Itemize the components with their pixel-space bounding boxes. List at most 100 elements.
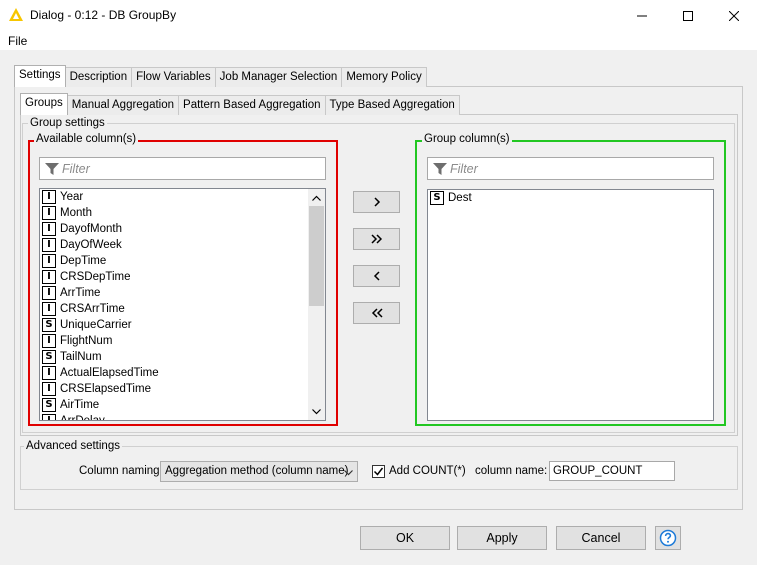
list-item[interactable]: I ArrDelay bbox=[42, 413, 105, 421]
tab-settings[interactable]: Settings bbox=[14, 65, 66, 87]
cancel-button[interactable]: Cancel bbox=[556, 526, 646, 550]
column-naming-select[interactable]: Aggregation method (column name) bbox=[160, 461, 358, 482]
scroll-down-button[interactable] bbox=[308, 403, 325, 420]
list-item[interactable]: S UniqueCarrier bbox=[42, 317, 132, 333]
column-name: Year bbox=[60, 191, 84, 203]
tab-pattern-based-aggregation[interactable]: Pattern Based Aggregation bbox=[178, 95, 326, 115]
menu-bar: File bbox=[0, 31, 757, 50]
column-name-value: GROUP_COUNT bbox=[553, 465, 643, 477]
column-type-icon: I bbox=[42, 286, 56, 300]
available-list-scrollbar[interactable] bbox=[308, 189, 325, 420]
column-type-icon: I bbox=[42, 270, 56, 284]
column-name-input[interactable]: GROUP_COUNT bbox=[549, 461, 675, 481]
remove-all-button[interactable] bbox=[353, 302, 400, 324]
column-name: ArrDelay bbox=[60, 415, 105, 421]
double-chevron-left-icon bbox=[371, 308, 383, 318]
column-name: FlightNum bbox=[60, 335, 113, 347]
main-tabs: Settings Description Flow Variables Job … bbox=[14, 65, 427, 87]
list-item[interactable]: I ActualElapsedTime bbox=[42, 365, 159, 381]
column-type-icon: I bbox=[42, 206, 56, 220]
group-filter-input[interactable]: Filter bbox=[427, 157, 714, 180]
menu-file[interactable]: File bbox=[8, 34, 27, 48]
list-item[interactable]: I CRSElapsedTime bbox=[42, 381, 151, 397]
available-columns-list[interactable]: I Year I Month I DayofMonth I DayOfWeek I DepTime… bbox=[39, 188, 326, 421]
tab-flow-variables[interactable]: Flow Variables bbox=[131, 67, 216, 87]
column-type-icon: I bbox=[42, 254, 56, 268]
scroll-up-button[interactable] bbox=[308, 189, 325, 206]
tab-memory-policy[interactable]: Memory Policy bbox=[341, 67, 427, 87]
chevron-down-icon bbox=[344, 470, 353, 476]
close-icon bbox=[729, 10, 739, 21]
list-item[interactable]: I ArrTime bbox=[42, 285, 100, 301]
filter-icon bbox=[45, 163, 59, 175]
column-name: AirTime bbox=[60, 399, 100, 411]
list-item[interactable]: I FlightNum bbox=[42, 333, 112, 349]
remove-selected-button[interactable] bbox=[353, 265, 400, 287]
column-type-icon: I bbox=[42, 238, 56, 252]
available-filter-placeholder: Filter bbox=[62, 162, 90, 176]
knime-logo-icon bbox=[9, 8, 23, 21]
tab-groups[interactable]: Groups bbox=[20, 93, 68, 115]
column-name: DepTime bbox=[60, 255, 107, 267]
column-type-icon: I bbox=[42, 334, 56, 348]
group-settings-legend: Group settings bbox=[28, 117, 107, 129]
window-title: Dialog - 0:12 - DB GroupBy bbox=[30, 8, 177, 22]
column-type-icon: S bbox=[42, 350, 56, 364]
column-naming-value: Aggregation method (column name) bbox=[165, 465, 349, 477]
tab-type-based-aggregation[interactable]: Type Based Aggregation bbox=[324, 95, 460, 115]
column-name: CRSElapsedTime bbox=[60, 383, 151, 395]
column-name: CRSDepTime bbox=[60, 271, 131, 283]
column-type-icon: I bbox=[42, 366, 56, 380]
ok-button[interactable]: OK bbox=[360, 526, 450, 550]
title-bar: Dialog - 0:12 - DB GroupBy bbox=[0, 0, 757, 31]
column-name: TailNum bbox=[60, 351, 102, 363]
filter-icon bbox=[433, 163, 447, 175]
column-type-icon: I bbox=[42, 414, 56, 420]
list-item[interactable]: S Dest bbox=[430, 190, 472, 206]
available-filter-input[interactable]: Filter bbox=[39, 157, 326, 180]
add-count-checkbox[interactable] bbox=[372, 465, 385, 478]
column-name: CRSArrTime bbox=[60, 303, 125, 315]
add-selected-button[interactable] bbox=[353, 191, 400, 213]
minimize-button[interactable] bbox=[619, 0, 665, 31]
group-columns-legend: Group column(s) bbox=[422, 133, 512, 145]
maximize-button[interactable] bbox=[665, 0, 711, 31]
list-item[interactable]: I DepTime bbox=[42, 253, 106, 269]
column-name: ArrTime bbox=[60, 287, 101, 299]
chevron-right-icon bbox=[373, 197, 380, 207]
column-name: ActualElapsedTime bbox=[60, 367, 159, 379]
column-name: UniqueCarrier bbox=[60, 319, 132, 331]
column-name: Month bbox=[60, 207, 92, 219]
column-type-icon: I bbox=[42, 302, 56, 316]
tab-description[interactable]: Description bbox=[64, 67, 133, 87]
column-name: Dest bbox=[448, 192, 472, 204]
list-item[interactable]: I DayOfWeek bbox=[42, 237, 122, 253]
column-type-icon: S bbox=[430, 191, 444, 205]
group-columns-list[interactable]: S Dest bbox=[427, 189, 714, 421]
list-item[interactable]: I Month bbox=[42, 205, 92, 221]
tab-job-manager-selection[interactable]: Job Manager Selection bbox=[214, 67, 343, 87]
group-filter-placeholder: Filter bbox=[450, 162, 478, 176]
list-item[interactable]: S AirTime bbox=[42, 397, 99, 413]
scrollbar-thumb[interactable] bbox=[309, 206, 324, 306]
list-item[interactable]: I Year bbox=[42, 189, 83, 205]
chevron-down-icon bbox=[312, 408, 321, 414]
advanced-settings-legend: Advanced settings bbox=[24, 440, 122, 452]
help-button[interactable] bbox=[655, 526, 681, 550]
tab-manual-aggregation[interactable]: Manual Aggregation bbox=[66, 95, 180, 115]
list-item[interactable]: I CRSDepTime bbox=[42, 269, 131, 285]
apply-button[interactable]: Apply bbox=[457, 526, 547, 550]
list-item[interactable]: S TailNum bbox=[42, 349, 102, 365]
column-name: DayofMonth bbox=[60, 223, 123, 235]
column-type-icon: I bbox=[42, 190, 56, 204]
checkmark-icon bbox=[373, 467, 384, 476]
available-columns-legend: Available column(s) bbox=[34, 133, 139, 145]
chevron-up-icon bbox=[312, 195, 321, 201]
sub-tabs: Groups Manual Aggregation Pattern Based … bbox=[20, 93, 460, 115]
list-item[interactable]: I CRSArrTime bbox=[42, 301, 125, 317]
list-item[interactable]: I DayofMonth bbox=[42, 221, 122, 237]
add-all-button[interactable] bbox=[353, 228, 400, 250]
close-button[interactable] bbox=[711, 0, 757, 31]
column-type-icon: S bbox=[42, 398, 56, 412]
help-icon bbox=[659, 529, 677, 547]
